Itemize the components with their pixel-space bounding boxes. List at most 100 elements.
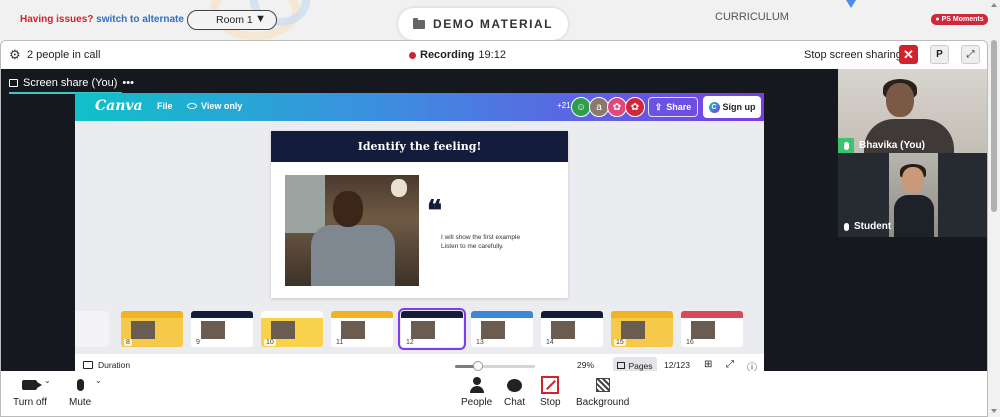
mute-button[interactable]: Mute — [69, 376, 91, 408]
scrollbar-thumb[interactable] — [991, 40, 997, 212]
expand-icon: ⤢ — [966, 49, 975, 60]
camera-button[interactable]: Turn off — [13, 376, 47, 408]
background-button[interactable]: Background — [576, 376, 629, 408]
zoom-slider-handle[interactable] — [473, 361, 484, 371]
canva-signup-button[interactable]: C Sign up — [703, 96, 761, 118]
slide-thumbnail[interactable]: 8 — [121, 311, 183, 347]
mic-icon — [838, 138, 854, 153]
current-slide: Identify the feeling! ❝ I will show the … — [271, 131, 568, 298]
slide-thumbnail[interactable]: 13 — [471, 311, 533, 347]
gear-icon[interactable]: ⚙ — [9, 48, 22, 61]
participant-tile[interactable]: Student — [838, 153, 987, 237]
thumbnail-header — [401, 311, 463, 318]
fullscreen-icon[interactable]: ⤢ — [726, 359, 734, 370]
chevron-down-icon[interactable]: ⌄ — [44, 376, 51, 385]
camera-icon: ● — [935, 16, 940, 23]
top-bar: Having issues? switch to alternate room … — [0, 0, 1000, 40]
people-button[interactable]: People — [461, 376, 492, 408]
student-video — [889, 153, 938, 237]
room-select-value: Room 1 — [216, 14, 253, 26]
share-icon: ⇪ — [654, 101, 663, 112]
zoom-level: 29% — [577, 360, 595, 370]
share-label: Share — [666, 102, 692, 112]
duration-label: Duration — [98, 360, 131, 370]
slide-text: I will show the first example Listen to … — [441, 233, 520, 251]
canva-share-button[interactable]: ⇪ Share — [648, 97, 698, 117]
slide-thumbnail[interactable]: 12 — [398, 308, 466, 350]
view-only-label: View only — [201, 101, 243, 111]
canva-logo[interactable]: Canva — [95, 98, 143, 114]
slide-thumbnail[interactable]: 10 — [261, 311, 323, 347]
thumbnail-header — [611, 311, 673, 318]
folder-icon — [413, 17, 426, 29]
record-dot-icon — [409, 51, 416, 59]
duration-button[interactable]: Duration — [83, 360, 130, 370]
thumbnail-image — [551, 321, 575, 339]
pointer-marker-icon — [846, 0, 856, 8]
slide-photo — [285, 175, 419, 286]
thumbnail-image — [691, 321, 715, 339]
stop-sharing-button[interactable]: ✕ — [899, 45, 918, 64]
thumbnail-number: 14 — [544, 339, 556, 346]
avatar[interactable]: a — [589, 97, 609, 117]
room-select[interactable]: Room 1 ▼ — [187, 10, 277, 30]
participant-tile[interactable]: Bhavika (You) — [838, 69, 987, 153]
demo-material-button[interactable]: DEMO MATERIAL — [398, 8, 568, 40]
duration-icon — [83, 361, 93, 369]
slide-thumbnail[interactable]: 11 — [331, 311, 393, 347]
slide-thumbnail[interactable]: 9 — [191, 311, 253, 347]
zoom-slider[interactable] — [455, 361, 535, 371]
page-count: 12/123 — [664, 360, 690, 370]
avatar[interactable]: ☺ — [571, 97, 591, 117]
participant-name-bar: Bhavika (You) — [838, 138, 925, 153]
background-label: Background — [576, 397, 630, 408]
pages-icon — [617, 362, 626, 369]
recording-label: Recording — [420, 49, 475, 61]
scroll-down-icon[interactable] — [991, 409, 997, 413]
scroll-up-icon[interactable] — [991, 3, 997, 7]
slide-thumbnail[interactable] — [75, 311, 109, 347]
chevron-down-icon[interactable]: ⌄ — [95, 376, 102, 385]
screen-icon — [9, 79, 18, 87]
thumbnail-image — [271, 321, 295, 339]
ps-moments-badge[interactable]: ● PS Moments — [931, 14, 988, 25]
stop-share-button[interactable]: Stop — [540, 376, 561, 408]
thumbnail-image — [131, 321, 155, 339]
mic-icon — [76, 379, 84, 391]
expand-button[interactable]: ⤢ — [961, 45, 980, 64]
eye-icon — [187, 103, 197, 109]
curriculum-tab[interactable]: CURRICULUM — [715, 11, 789, 23]
pages-label: Pages — [628, 360, 653, 371]
thumbnail-number: 9 — [194, 339, 202, 346]
canva-file-menu[interactable]: File — [157, 101, 173, 111]
chat-button[interactable]: Chat — [504, 376, 525, 408]
canva-view-only[interactable]: View only — [187, 101, 242, 111]
flower-icon: ✿ — [612, 101, 622, 113]
camera-label: Turn off — [13, 397, 47, 408]
participant-name: Bhavika (You) — [859, 140, 925, 151]
page-scrollbar[interactable] — [988, 0, 1000, 417]
slide-thumbnails: 8 9 10 11 12 13 14 15 16 — [75, 308, 764, 350]
slide-thumbnail[interactable]: 15 — [611, 311, 673, 347]
issues-notice: Having issues? switch to alternate room — [20, 14, 212, 25]
thumbnail-image — [481, 321, 505, 339]
p-button[interactable]: P — [930, 45, 949, 64]
avatar[interactable]: ✿ — [607, 97, 627, 117]
thumbnail-number: 12 — [404, 339, 416, 346]
thumbnail-header — [331, 311, 393, 318]
screen-share-tab[interactable]: Screen share (You) ••• — [9, 75, 134, 91]
screen-share-label: Screen share (You) — [23, 77, 118, 89]
slide-text-line: I will show the first example — [441, 234, 521, 241]
close-icon: ✕ — [903, 46, 914, 62]
thumbnail-number: 15 — [614, 339, 626, 346]
grid-view-icon[interactable]: ⊞ — [704, 359, 712, 370]
more-icon[interactable]: ••• — [122, 77, 134, 89]
stop-share-icon — [541, 376, 560, 394]
people-count: 2 people in call — [27, 49, 101, 61]
quote-icon: ❝ — [427, 194, 443, 227]
recording-time: 19:12 — [478, 49, 506, 61]
avatar[interactable]: ✿ — [625, 97, 645, 117]
thumbnail-number: 11 — [334, 339, 346, 346]
slide-thumbnail[interactable]: 14 — [541, 311, 603, 347]
slide-thumbnail[interactable]: 16 — [681, 311, 743, 347]
